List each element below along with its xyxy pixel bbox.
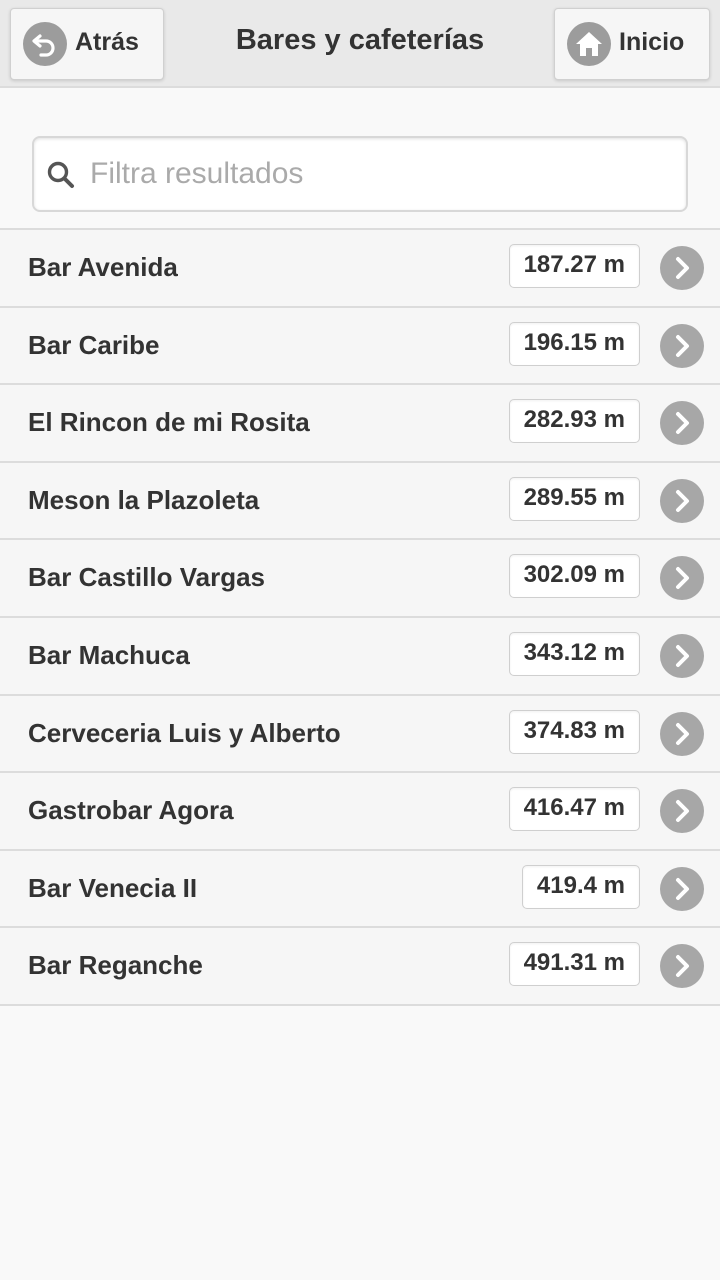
distance-badge: 289.55 m	[508, 476, 640, 521]
place-name: Meson la Plazoleta	[28, 484, 260, 515]
chevron-right-icon[interactable]	[660, 866, 704, 911]
list-item[interactable]: Gastrobar Agora 416.47 m	[0, 773, 720, 851]
chevron-right-icon[interactable]	[660, 401, 704, 446]
place-name: Bar Venecia II	[28, 872, 198, 903]
list-item[interactable]: Bar Avenida 187.27 m	[0, 230, 720, 308]
distance-badge: 416.47 m	[508, 787, 640, 832]
distance-badge: 196.15 m	[508, 321, 640, 366]
list-item[interactable]: Bar Machuca 343.12 m	[0, 617, 720, 696]
chevron-right-icon[interactable]	[660, 633, 704, 678]
home-button-label: Inicio	[619, 27, 685, 56]
distance-badge: 302.09 m	[508, 554, 640, 599]
search-input[interactable]	[90, 150, 670, 198]
back-arrow-icon	[23, 22, 67, 66]
place-name: Bar Avenida	[28, 252, 178, 282]
place-name: Bar Reganche	[28, 950, 203, 981]
home-icon	[567, 22, 611, 66]
home-button[interactable]: Inicio	[554, 8, 710, 80]
distance-badge: 419.4 m	[521, 864, 640, 909]
list-item[interactable]: Bar Castillo Vargas 302.09 m	[0, 540, 720, 618]
place-name: Bar Caribe	[28, 329, 160, 360]
list-item[interactable]: Bar Venecia II 419.4 m	[0, 850, 720, 929]
list-item[interactable]: Meson la Plazoleta 289.55 m	[0, 462, 720, 541]
distance-badge: 343.12 m	[508, 631, 640, 676]
distance-badge: 374.83 m	[508, 709, 640, 754]
place-name: Cerveceria Luis y Alberto	[28, 717, 341, 748]
header-bar: Atrás Bares y cafeterías Inicio	[0, 0, 720, 88]
place-name: Gastrobar Agora	[28, 795, 234, 826]
chevron-right-icon[interactable]	[660, 789, 704, 834]
search-box[interactable]	[32, 136, 688, 212]
chevron-right-icon[interactable]	[660, 246, 704, 290]
place-name: Bar Machuca	[28, 639, 190, 670]
distance-badge: 491.31 m	[508, 942, 640, 987]
search-icon	[46, 160, 76, 190]
place-name: El Rincon de mi Rosita	[28, 407, 310, 438]
list-item[interactable]: El Rincon de mi Rosita 282.93 m	[0, 385, 720, 463]
chevron-right-icon[interactable]	[660, 478, 704, 523]
distance-badge: 187.27 m	[508, 244, 640, 288]
places-list: Bar Avenida 187.27 m Bar Caribe 196.15 m El …	[0, 228, 720, 1006]
distance-badge: 282.93 m	[508, 399, 640, 444]
page-title: Bares y cafeterías	[235, 24, 485, 56]
chevron-right-icon[interactable]	[660, 944, 704, 989]
list-item[interactable]: Bar Reganche 491.31 m	[0, 928, 720, 1006]
chevron-right-icon[interactable]	[660, 323, 704, 368]
place-name: Bar Castillo Vargas	[28, 562, 265, 593]
back-button-label: Atrás	[75, 27, 139, 56]
list-item[interactable]: Bar Caribe 196.15 m	[0, 307, 720, 386]
list-item[interactable]: Cerveceria Luis y Alberto 374.83 m	[0, 695, 720, 774]
back-button[interactable]: Atrás	[10, 8, 164, 80]
chevron-right-icon[interactable]	[660, 556, 704, 601]
chevron-right-icon[interactable]	[660, 711, 704, 756]
